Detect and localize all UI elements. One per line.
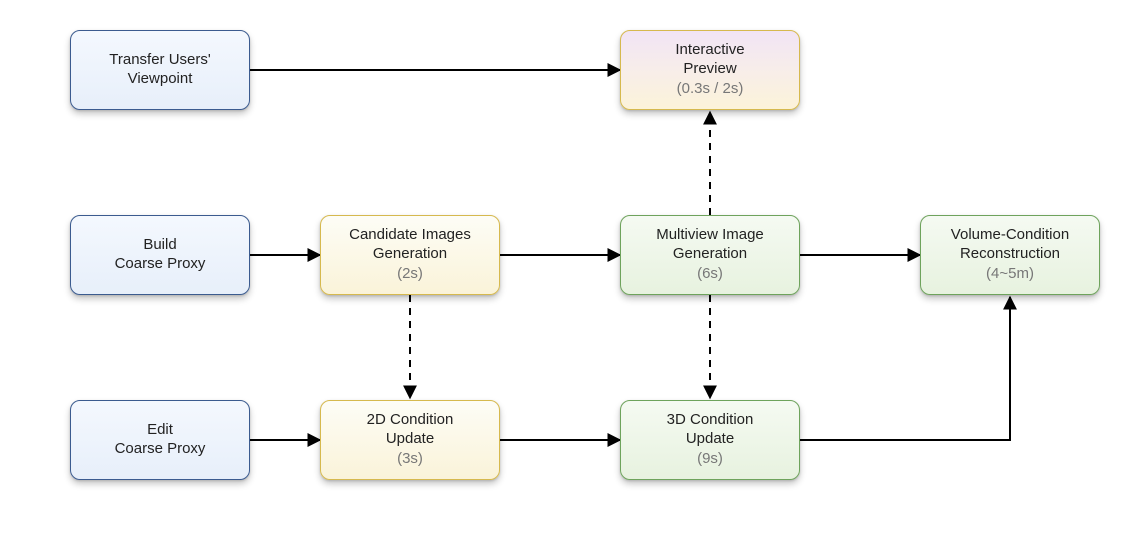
node-label: Volume-Condition Reconstruction	[951, 226, 1069, 264]
node-label: Edit Coarse Proxy	[115, 421, 206, 459]
node-label: Transfer Users' Viewpoint	[109, 51, 211, 89]
node-edit-coarse-proxy: Edit Coarse Proxy	[70, 400, 250, 480]
node-subtitle: (2s)	[397, 265, 423, 284]
node-2d-condition-update: 2D Condition Update (3s)	[320, 400, 500, 480]
node-label: Multiview Image Generation	[656, 226, 764, 264]
node-label: Build Coarse Proxy	[115, 236, 206, 274]
node-interactive-preview: Interactive Preview (0.3s / 2s)	[620, 30, 800, 110]
node-label: 2D Condition Update	[367, 411, 454, 449]
node-label: Interactive Preview	[675, 41, 744, 79]
node-subtitle: (6s)	[697, 265, 723, 284]
node-subtitle: (4~5m)	[986, 265, 1034, 284]
node-subtitle: (3s)	[397, 450, 423, 469]
node-multiview-image-generation: Multiview Image Generation (6s)	[620, 215, 800, 295]
edge-3d-to-volume	[800, 297, 1010, 440]
node-build-coarse-proxy: Build Coarse Proxy	[70, 215, 250, 295]
node-subtitle: (0.3s / 2s)	[677, 80, 744, 99]
node-3d-condition-update: 3D Condition Update (9s)	[620, 400, 800, 480]
node-subtitle: (9s)	[697, 450, 723, 469]
node-volume-condition-reconstruction: Volume-Condition Reconstruction (4~5m)	[920, 215, 1100, 295]
flow-diagram: Transfer Users' Viewpoint Interactive Pr…	[0, 0, 1138, 534]
node-label: Candidate Images Generation	[349, 226, 471, 264]
node-candidate-images-generation: Candidate Images Generation (2s)	[320, 215, 500, 295]
node-transfer-viewpoint: Transfer Users' Viewpoint	[70, 30, 250, 110]
node-label: 3D Condition Update	[667, 411, 754, 449]
